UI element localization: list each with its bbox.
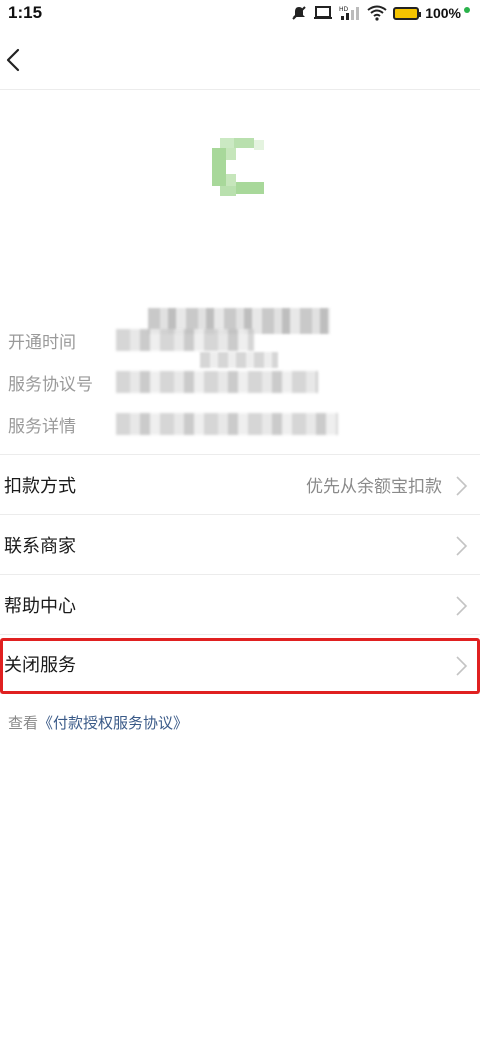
hd-signal-icon: HD [339,6,360,20]
chevron-left-icon[interactable] [2,44,32,76]
info-value-blurred [116,371,318,393]
close-service-row[interactable]: 关闭服务 [0,634,480,694]
info-row-agreement-no: 服务协议号 [0,360,480,404]
close-service-label: 关闭服务 [4,655,76,676]
chevron-right-icon [456,656,468,676]
chevron-right-icon [456,536,468,556]
info-label: 开通时间 [8,332,76,353]
privacy-dot-icon [464,7,470,13]
chevron-right-icon [456,476,468,496]
status-time: 1:15 [8,3,43,22]
chevron-right-icon [456,596,468,616]
info-value-blurred [116,413,338,435]
wifi-icon [367,5,387,21]
status-icons: HD 100% [291,5,470,21]
info-label: 服务详情 [8,416,76,437]
payment-method-row[interactable]: 扣款方式 优先从余额宝扣款 [0,454,480,514]
agreement-prefix: 查看 [8,714,39,732]
service-header [0,90,480,368]
info-row-open-time: 开通时间 [0,318,480,362]
payment-method-label: 扣款方式 [4,475,76,497]
merchant-logo [212,138,264,196]
nav-bar [0,30,480,90]
info-label: 服务协议号 [8,374,93,395]
agreement-line: 查看《付款授权服务协议》 [8,712,188,733]
agreement-link[interactable]: 《付款授权服务协议》 [38,714,188,732]
help-center-label: 帮助中心 [4,595,76,617]
help-center-row[interactable]: 帮助中心 [0,574,480,634]
contact-merchant-row[interactable]: 联系商家 [0,514,480,574]
info-row-service-detail: 服务详情 [0,402,480,446]
svg-text:HD: HD [339,6,349,13]
battery-icon [393,6,422,20]
info-value-blurred [116,329,254,351]
battery-percent: 100% [425,5,461,21]
status-bar: 1:15 HD 100% [0,0,480,26]
mute-icon [292,6,306,20]
payment-method-value: 优先从余额宝扣款 [306,477,442,497]
contact-merchant-label: 联系商家 [4,535,76,557]
laptop-icon [314,6,333,19]
